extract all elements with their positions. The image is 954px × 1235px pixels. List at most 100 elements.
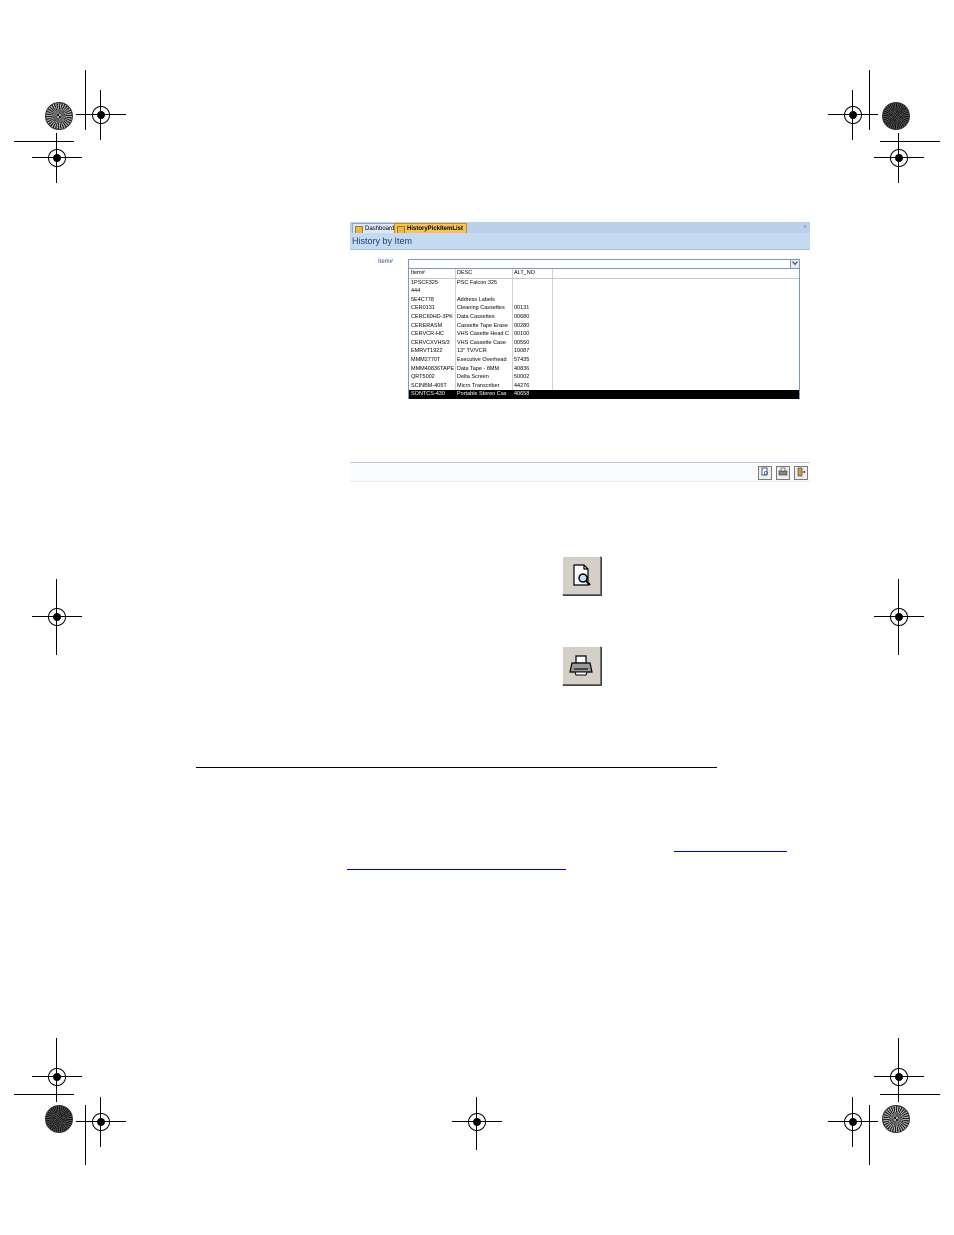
registration-mark-icon — [32, 133, 82, 183]
dropdown-row[interactable]: 1PSCF325 PSC Falcon 325 — [409, 279, 799, 288]
crop-mark — [880, 1094, 940, 1095]
dropdown-row[interactable]: CERERASM Cassette Tape Erase 00280 — [409, 322, 799, 331]
dropdown-cell: CERVCXVHS/3 — [411, 339, 450, 346]
registration-mark-icon — [452, 1097, 502, 1147]
dropdown-cell: CER0131 — [411, 305, 435, 312]
dropdown-cell: VHS Casette Head C — [457, 331, 509, 338]
dropdown-row[interactable]: SONTCS-430 Portable Stereo Cas 40658 — [409, 390, 799, 399]
print-button-large[interactable] — [562, 646, 601, 685]
dropdown-row[interactable]: CERVCR-HC VHS Casette Head C 00100 — [409, 330, 799, 339]
printer-icon — [569, 655, 593, 676]
preview-icon — [761, 467, 769, 476]
dropdown-row[interactable]: 444 — [409, 287, 799, 296]
color-bar-rosette-icon — [45, 1105, 73, 1133]
crop-mark — [898, 579, 899, 655]
dropdown-row[interactable]: MMM2770T Executive Overhead 57435 — [409, 356, 799, 365]
dropdown-cell: CERERASM — [411, 322, 443, 329]
crop-mark — [85, 1105, 86, 1165]
dropdown-cell: 00280 — [514, 322, 530, 329]
dropdown-row[interactable]: MMM40836TAPE Data Tape - 8MM 40836 — [409, 365, 799, 374]
color-bar-rosette-icon — [882, 1105, 910, 1133]
print-preview-button[interactable] — [562, 556, 601, 595]
print-icon — [778, 467, 788, 476]
dropdown-cell: PSC Falcon 325 — [457, 279, 498, 286]
dropdown-row[interactable]: CERC60HD-3PK Data Cassettes 00680 — [409, 313, 799, 322]
column-header: ALT_NO — [514, 270, 535, 276]
registration-mark-icon — [874, 133, 924, 183]
dropdown-cell: Cleaning Cassettes — [457, 305, 505, 312]
tab-label: Dashboard — [365, 226, 395, 232]
dropdown-cell: 57435 — [514, 357, 530, 363]
form-footer — [350, 463, 810, 482]
dropdown-cell: Cassette Tape Erase — [457, 322, 508, 329]
access-form-screenshot: Dashboard HistoryPickItemList × History … — [350, 222, 810, 494]
dropdown-cell: Delta Screen — [457, 374, 489, 381]
crop-mark — [869, 1105, 870, 1165]
registration-mark-icon — [76, 90, 126, 140]
dropdown-cell: 44276 — [514, 382, 530, 389]
dropdown-cell: 00680 — [514, 314, 530, 320]
column-header: DESC — [457, 270, 473, 276]
dropdown-cell: Data Cassettes — [457, 314, 495, 320]
crop-mark — [14, 1094, 74, 1095]
tab-label: HistoryPickItemList — [407, 226, 464, 232]
combo-dropdown-button[interactable] — [790, 260, 799, 268]
dropdown-row[interactable]: 5E4C778 Address Labels — [409, 296, 799, 305]
crop-mark — [898, 1038, 899, 1092]
item-label: Item# — [378, 259, 394, 265]
dropdown-cell: 10087 — [514, 348, 530, 355]
dropdown-cell: SCINBM-405T — [411, 382, 447, 389]
dropdown-cell: 00550 — [514, 339, 530, 346]
dropdown-cell: 40658 — [514, 391, 530, 398]
dropdown-row[interactable]: CER0131 Cleaning Cassettes 00131 — [409, 304, 799, 313]
close-form-button[interactable] — [794, 466, 808, 480]
dropdown-cell: 50002 — [514, 374, 530, 381]
registration-mark-icon — [32, 592, 82, 642]
form-title: History by Item — [350, 233, 810, 250]
dropdown-cell: CERVCR-HC — [411, 331, 444, 338]
dropdown-row[interactable]: SCINBM-405T Micro Transcriber 44276 — [409, 382, 799, 391]
print-button[interactable] — [776, 466, 790, 480]
hyperlink-underline[interactable] — [347, 869, 566, 870]
dropdown-row[interactable]: CERVCXVHS/3 VHS Cassette Case 00550 — [409, 339, 799, 348]
dropdown-cell: QRT5002 — [411, 374, 435, 381]
close-form-icon — [797, 467, 806, 477]
dropdown-cell: 5E4C778 — [411, 296, 434, 303]
dropdown-cell: EMRVT1922 — [411, 348, 443, 355]
dropdown-cell: 1PSCF325 — [411, 279, 438, 286]
color-bar-rosette-icon — [882, 102, 910, 130]
dropdown-row[interactable]: EMRVT1922 13" TV/VCR 10087 — [409, 347, 799, 356]
dropdown-cell: 00131 — [514, 305, 530, 312]
registration-mark-icon — [874, 592, 924, 642]
registration-mark-icon — [828, 1097, 878, 1147]
registration-mark-icon — [828, 90, 878, 140]
close-icon[interactable]: × — [803, 222, 807, 233]
dropdown-cell: MMM40836TAPE — [411, 365, 454, 372]
registration-mark-icon — [76, 1097, 126, 1147]
crop-mark — [56, 579, 57, 655]
hyperlink-underline[interactable] — [674, 851, 787, 852]
dropdown-cell: Address Labels — [457, 296, 495, 303]
chevron-down-icon — [792, 261, 798, 266]
document-tab-bar: Dashboard HistoryPickItemList × — [350, 222, 810, 234]
dropdown-cell: 00100 — [514, 331, 530, 338]
dropdown-cell: Micro Transcriber — [457, 382, 500, 389]
dropdown-header-row: Item# DESC ALT_NO — [409, 269, 799, 279]
dropdown-cell: Data Tape - 8MM — [457, 365, 500, 372]
crop-mark — [476, 1130, 477, 1150]
dropdown-row[interactable]: QRT5002 Delta Screen 50002 — [409, 373, 799, 382]
dropdown-cell: Portable Stereo Cas — [457, 391, 507, 398]
preview-button[interactable] — [758, 466, 772, 480]
color-bar-rosette-icon — [45, 102, 73, 130]
print-preview-icon — [573, 564, 591, 586]
dropdown-cell: SONTCS-430 — [411, 391, 445, 398]
item-dropdown-list[interactable]: Item# DESC ALT_NO 1PSCF325 PSC Falcon 325… — [408, 268, 800, 399]
footnote-rule — [196, 767, 717, 768]
dropdown-cell: 444 — [411, 288, 421, 295]
column-header: Item# — [411, 270, 425, 276]
dropdown-cell: 13" TV/VCR — [457, 348, 487, 355]
crop-mark — [56, 1038, 57, 1092]
dropdown-cell: Executive Overhead — [457, 357, 507, 363]
dropdown-cell: MMM2770T — [411, 357, 441, 363]
dropdown-cell: CERC60HD-3PK — [411, 314, 453, 320]
